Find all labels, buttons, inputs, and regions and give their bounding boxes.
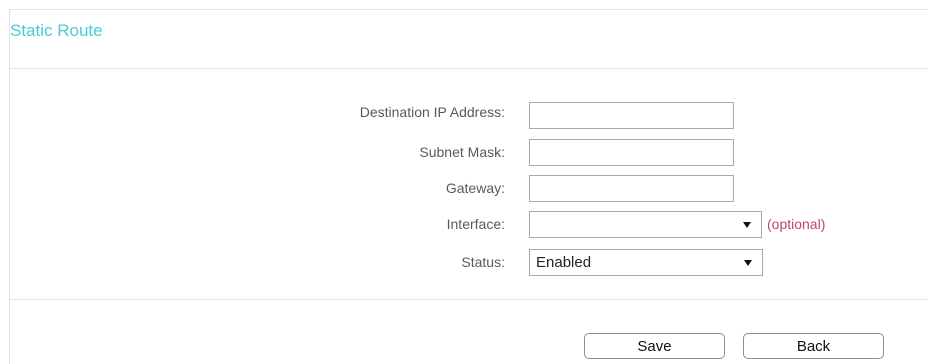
subnet-mask-input[interactable] [529,139,734,166]
status-select[interactable]: Enabled [529,249,763,276]
destination-ip-input[interactable] [529,102,734,129]
chevron-down-icon [743,221,751,228]
save-button[interactable]: Save [584,333,725,359]
subnet-mask-label: Subnet Mask: [419,144,505,160]
gateway-label: Gateway: [445,180,505,196]
interface-select[interactable] [529,211,762,238]
destination-ip-label: Destination IP Address: [359,104,505,120]
page-title: Static Route [10,21,103,40]
header-divider [9,68,928,69]
status-label: Status: [461,254,505,270]
optional-hint: (optional) [767,216,826,232]
status-select-value: Enabled [536,254,592,271]
back-button[interactable]: Back [743,333,884,359]
interface-label: Interface: [446,216,505,232]
chevron-down-icon [744,259,752,266]
footer-divider [9,299,928,300]
gateway-input[interactable] [529,175,734,202]
